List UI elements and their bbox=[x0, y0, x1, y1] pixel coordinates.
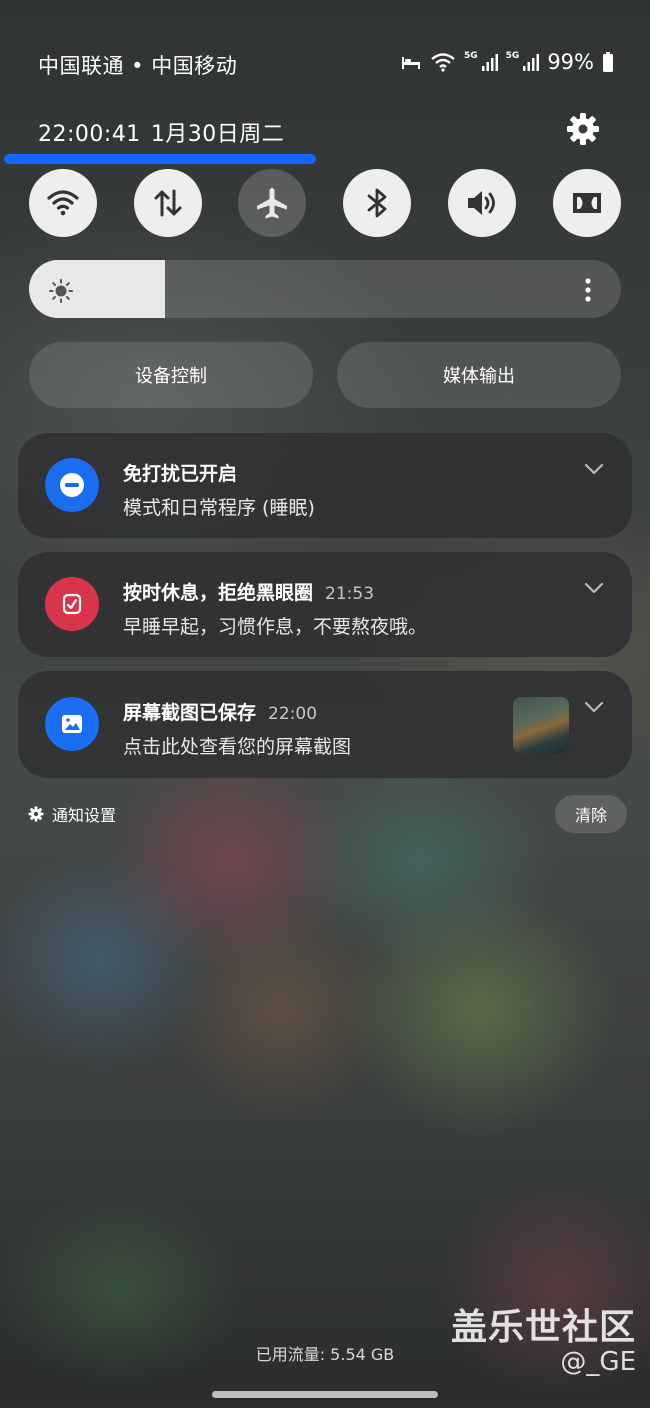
notification-title: 免打扰已开启 bbox=[123, 459, 237, 486]
do-not-disturb-icon bbox=[45, 458, 99, 512]
airplane-mode-toggle[interactable] bbox=[238, 169, 306, 237]
bluetooth-toggle[interactable] bbox=[343, 169, 411, 237]
sleep-app-icon bbox=[45, 577, 99, 631]
signal-icon bbox=[523, 54, 540, 71]
notification-title-text: 按时休息，拒绝黑眼圈 bbox=[123, 582, 314, 604]
notification-text: 模式和日常程序 (睡眠) bbox=[123, 497, 315, 519]
notification-text: 早睡早起，习惯作息，不要熬夜哦。 bbox=[123, 616, 428, 638]
chevron-down-icon[interactable] bbox=[584, 581, 604, 595]
airplane-icon bbox=[257, 188, 287, 219]
signal-icon bbox=[481, 54, 498, 71]
mobile-data-toggle[interactable] bbox=[134, 169, 202, 237]
data-arrows-icon bbox=[154, 189, 182, 217]
notification-title-text: 屏幕截图已保存 bbox=[123, 702, 257, 724]
notification-title: 按时休息，拒绝黑眼圈 21:53 bbox=[123, 578, 374, 605]
watermark-title: 盖乐世社区 bbox=[450, 1307, 636, 1348]
notification-text: 点击此处查看您的屏幕截图 bbox=[123, 736, 352, 758]
notification-time: 22:00 bbox=[268, 704, 318, 724]
battery-icon bbox=[603, 52, 613, 72]
more-options-icon[interactable] bbox=[580, 274, 596, 306]
notification-time: 21:53 bbox=[325, 584, 375, 604]
notification-card-screenshot[interactable]: 屏幕截图已保存 22:00 点击此处查看您的屏幕截图 bbox=[18, 671, 632, 778]
clear-notifications-button[interactable]: 清除 bbox=[555, 795, 627, 833]
notification-card-sleep[interactable]: 按时休息，拒绝黑眼圈 21:53 早睡早起，习惯作息，不要熬夜哦。 bbox=[18, 552, 632, 657]
highlight-underline bbox=[4, 154, 316, 164]
dolby-icon bbox=[573, 193, 601, 213]
carrier-names: 中国联通 • 中国移动 bbox=[38, 54, 238, 78]
battery-percentage: 99% bbox=[547, 50, 594, 74]
image-icon bbox=[45, 697, 99, 751]
notification-settings-label: 通知设置 bbox=[52, 806, 117, 825]
notification-title: 屏幕截图已保存 22:00 bbox=[123, 698, 317, 725]
device-control-button[interactable]: 设备控制 bbox=[29, 342, 313, 408]
settings-gear-icon bbox=[28, 806, 44, 822]
date-label: 1月30日周二 bbox=[150, 122, 285, 147]
brightness-slider[interactable] bbox=[29, 260, 621, 318]
network-type-label: 5G bbox=[464, 51, 478, 61]
brightness-sun-icon bbox=[49, 279, 73, 303]
clock-time: 22:00:41 bbox=[38, 122, 141, 147]
screenshot-thumbnail[interactable] bbox=[513, 697, 569, 753]
dolby-atmos-toggle[interactable] bbox=[553, 169, 621, 237]
media-output-button[interactable]: 媒体输出 bbox=[337, 342, 621, 408]
bluetooth-icon bbox=[367, 188, 387, 218]
volume-icon bbox=[468, 191, 495, 215]
notification-settings-link[interactable]: 通知设置 bbox=[28, 802, 116, 826]
wifi-icon bbox=[47, 190, 79, 216]
wifi-toggle[interactable] bbox=[29, 169, 97, 237]
chevron-down-icon[interactable] bbox=[584, 462, 604, 476]
sound-toggle[interactable] bbox=[448, 169, 516, 237]
notification-card-dnd[interactable]: 免打扰已开启 模式和日常程序 (睡眠) bbox=[18, 433, 632, 538]
status-icons: 5G 5G 99% bbox=[400, 50, 614, 74]
network-type-label: 5G bbox=[505, 51, 520, 61]
notification-title-text: 免打扰已开启 bbox=[123, 463, 238, 485]
watermark-handle: @_GE bbox=[560, 1347, 636, 1377]
sleep-mode-icon bbox=[402, 57, 420, 69]
wifi-icon bbox=[431, 53, 455, 72]
clock-date[interactable]: 22:00:41 1月30日周二 bbox=[38, 116, 284, 148]
home-indicator[interactable] bbox=[212, 1391, 438, 1398]
settings-gear-icon[interactable] bbox=[566, 112, 600, 146]
chevron-down-icon[interactable] bbox=[584, 700, 604, 714]
